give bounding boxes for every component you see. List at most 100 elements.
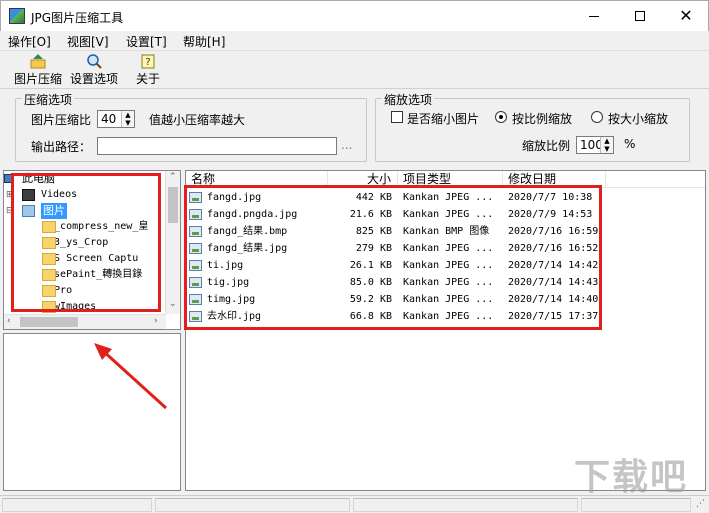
file-row[interactable]: fangd.pngda.jpg 21.6 KB Kankan JPEG ... 202… xyxy=(186,206,606,223)
maximize-button[interactable] xyxy=(617,1,663,31)
folder-tree[interactable]: 此电脑 ⊞ Videos ⊟ 图片 61_compress_new_皇 123_… xyxy=(3,170,181,330)
scale-unit: % xyxy=(624,137,636,151)
column-header-type[interactable]: 项目类型 xyxy=(398,171,503,188)
browse-button[interactable]: ... xyxy=(341,138,352,152)
file-name: fangd_结果.bmp xyxy=(207,226,288,237)
folder-icon xyxy=(42,237,56,249)
close-button[interactable]: ✕ xyxy=(663,1,709,31)
shrink-checkbox[interactable] xyxy=(391,111,403,123)
tree-item-folder[interactable]: newImages xyxy=(42,299,96,315)
tree-item-folder[interactable]: EasePaint_轉換目錄 xyxy=(42,267,142,283)
file-row[interactable]: fangd.jpg 442 KB Kankan JPEG ... 2020/7/7 1… xyxy=(186,189,606,206)
file-name: timg.jpg xyxy=(207,294,256,305)
spin-arrows-icon[interactable]: ▲ ▼ xyxy=(121,111,134,127)
tree-label: EasePaint_轉換目錄 xyxy=(42,269,143,280)
menu-view[interactable]: 视图[V] xyxy=(67,33,109,50)
folder-icon xyxy=(42,253,56,265)
status-cell xyxy=(353,498,578,512)
tree-item-folder[interactable]: GoPro xyxy=(42,283,72,299)
scroll-thumb[interactable] xyxy=(20,317,78,327)
spin-arrows-icon[interactable]: ▲ ▼ xyxy=(600,137,613,153)
file-name: fangd_结果.jpg xyxy=(207,243,288,254)
file-row[interactable]: ti.jpg 26.1 KB Kankan JPEG ... 2020/7/14 14… xyxy=(186,257,606,274)
tree-vertical-scrollbar[interactable]: ⌃ ⌄ xyxy=(165,171,180,314)
by-ratio-radio[interactable] xyxy=(495,111,507,123)
by-size-label: 按大小缩放 xyxy=(608,112,669,126)
output-path-field[interactable] xyxy=(97,137,337,155)
scale-stepper[interactable]: 100 ▲ ▼ xyxy=(576,136,614,154)
scroll-right-icon[interactable]: › xyxy=(154,316,158,326)
file-row[interactable]: fangd_结果.jpg 279 KB Kankan JPEG ... 2020/7/… xyxy=(186,240,606,257)
scroll-up-icon[interactable]: ⌃ xyxy=(169,172,177,182)
scroll-left-icon[interactable]: ‹ xyxy=(7,316,11,326)
expand-icon[interactable]: ⊞ xyxy=(6,187,14,203)
file-size: 26.1 KB xyxy=(349,260,392,271)
file-name: tig.jpg xyxy=(207,277,250,288)
tree-item-folder[interactable]: 61_compress_new_皇 xyxy=(42,219,148,235)
svg-text:?: ? xyxy=(145,57,150,68)
menu-settings[interactable]: 设置[T] xyxy=(126,33,167,50)
column-header-date[interactable]: 修改日期 xyxy=(503,171,606,188)
ratio-label: 图片压缩比 xyxy=(31,113,92,127)
bmp-file-icon xyxy=(189,226,202,237)
toolbar: 图片压缩 设置选项 ? 关于 xyxy=(0,51,709,89)
tree-horizontal-scrollbar[interactable]: ‹ › xyxy=(4,314,166,329)
column-header-name[interactable]: 名称 xyxy=(186,171,328,188)
file-row[interactable]: 去水印.jpg 66.8 KB Kankan JPEG ... 2020/7/15 1… xyxy=(186,308,606,325)
tree-label: 61_compress_new_皇 xyxy=(42,221,149,232)
file-type: Kankan JPEG ... xyxy=(403,260,494,271)
scale-label: 缩放比例 xyxy=(522,139,571,153)
resize-grip-icon[interactable]: ⋰ xyxy=(696,499,705,509)
ratio-value: 40 xyxy=(101,112,117,126)
maximize-icon xyxy=(635,11,645,21)
jpg-file-icon xyxy=(189,209,202,220)
tree-item-folder[interactable]: 123_ys_Crop xyxy=(42,235,108,251)
menu-help[interactable]: 帮助[H] xyxy=(183,33,225,50)
file-size: 21.6 KB xyxy=(349,209,392,220)
file-size: 442 KB xyxy=(355,192,392,203)
tree-label: 图片 xyxy=(41,203,67,219)
menu-operation[interactable]: 操作[O] xyxy=(8,33,51,50)
file-list[interactable]: 名称 大小 项目类型 修改日期 fangd.jpg 442 KB Kankan JP… xyxy=(185,170,706,491)
jpg-file-icon xyxy=(189,260,202,271)
file-row[interactable]: timg.jpg 59.2 KB Kankan JPEG ... 2020/7/14 … xyxy=(186,291,606,308)
folder-icon xyxy=(42,285,56,297)
about-label: 关于 xyxy=(135,72,160,86)
column-header-size[interactable]: 大小 xyxy=(328,171,398,188)
settings-button[interactable]: 设置选项 xyxy=(68,53,120,87)
scroll-thumb[interactable] xyxy=(168,187,178,223)
file-type: Kankan JPEG ... xyxy=(403,311,494,322)
file-date: 2020/7/7 10:38 xyxy=(508,192,593,203)
file-date: 2020/7/9 14:53 xyxy=(508,209,593,220)
file-size: 825 KB xyxy=(355,226,392,237)
file-size: 66.8 KB xyxy=(349,311,392,322)
by-size-radio[interactable] xyxy=(591,111,603,123)
help-icon: ? xyxy=(141,54,155,69)
tree-label: 此电脑 xyxy=(22,172,55,185)
magnifier-icon xyxy=(87,54,102,69)
file-date: 2020/7/16 16:52 xyxy=(508,243,599,254)
scroll-down-icon[interactable]: ⌄ xyxy=(169,299,177,309)
computer-icon xyxy=(4,174,14,183)
folder-icon xyxy=(42,301,56,313)
minimize-button[interactable] xyxy=(571,1,617,31)
tree-label: AVS Screen Captu xyxy=(42,253,139,264)
compress-label: 图片压缩 xyxy=(13,72,62,86)
settings-label: 设置选项 xyxy=(69,72,118,86)
jpg-file-icon xyxy=(189,311,202,322)
file-type: Kankan JPEG ... xyxy=(403,243,494,254)
shrink-label: 是否缩小图片 xyxy=(407,112,480,126)
status-cell xyxy=(2,498,152,512)
file-name: fangd.pngda.jpg xyxy=(207,209,298,220)
collapse-icon[interactable]: ⊟ xyxy=(6,203,14,219)
file-row[interactable]: tig.jpg 85.0 KB Kankan JPEG ... 2020/7/14 1… xyxy=(186,274,606,291)
file-name: ti.jpg xyxy=(207,260,244,271)
compress-button[interactable]: 图片压缩 xyxy=(12,53,64,87)
jpg-file-icon xyxy=(189,243,202,254)
ratio-hint: 值越小压缩率越大 xyxy=(149,113,246,127)
file-row[interactable]: fangd_结果.bmp 825 KB Kankan BMP 图像 2020/7/16… xyxy=(186,223,606,240)
ratio-stepper[interactable]: 40 ▲ ▼ xyxy=(97,110,135,128)
about-button[interactable]: ? 关于 xyxy=(134,53,162,87)
file-size: 85.0 KB xyxy=(349,277,392,288)
tree-item-folder[interactable]: AVS Screen Captu xyxy=(42,251,138,267)
